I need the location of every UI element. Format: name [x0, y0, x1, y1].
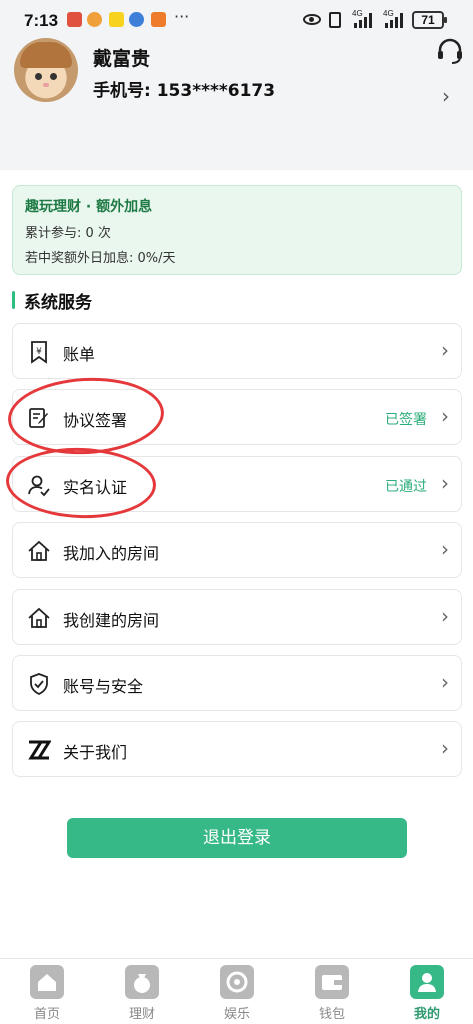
eye-icon — [303, 14, 321, 25]
menu-item-label: 账单 — [63, 345, 96, 364]
status-bar: 7:13 ··· 4G 4G 71 — [0, 0, 473, 40]
section-accent-bar — [12, 291, 15, 309]
money-bag-icon — [125, 965, 159, 999]
customer-service-icon[interactable] — [436, 38, 464, 64]
home-icon — [30, 965, 64, 999]
house-icon — [28, 540, 50, 561]
section-title: 系统服务 — [24, 293, 92, 313]
bill-icon: ¥ — [31, 341, 47, 364]
tab-home[interactable]: 首页 — [17, 965, 77, 1022]
user-verify-icon — [28, 475, 50, 497]
profile-chevron-icon[interactable]: › — [442, 84, 450, 108]
menu-item-label: 协议签署 — [63, 411, 128, 430]
promo-extra-rate: 若中奖额外日加息: 0%/天 — [25, 251, 176, 266]
profile-icon — [410, 965, 444, 999]
menu-item-real-name-verify[interactable]: 实名认证 已通过 › — [12, 456, 462, 512]
contract-sign-icon — [29, 408, 48, 428]
chevron-right-icon: › — [441, 404, 449, 428]
svg-text:¥: ¥ — [36, 347, 42, 357]
tab-entertainment[interactable]: 娱乐 — [207, 965, 267, 1022]
chevron-right-icon: › — [441, 670, 449, 694]
app-notification-icon — [109, 12, 124, 27]
tab-mine[interactable]: 我的 — [397, 965, 457, 1022]
menu-item-created-rooms[interactable]: 我创建的房间 › — [12, 589, 462, 645]
menu-item-label: 实名认证 — [63, 478, 128, 497]
vibrate-icon — [329, 12, 341, 28]
menu-item-joined-rooms[interactable]: 我加入的房间 › — [12, 522, 462, 578]
signal-icon — [354, 12, 372, 28]
tab-finance[interactable]: 理财 — [112, 965, 172, 1022]
promo-title: 趣玩理财 · 额外加息 — [25, 199, 153, 215]
more-notifications-icon: ··· — [174, 7, 190, 26]
logout-button[interactable]: 退出登录 — [67, 818, 407, 858]
promo-participations: 累计参与: 0 次 — [25, 226, 111, 241]
weibo-notification-icon — [87, 12, 102, 27]
signal-icon — [385, 12, 403, 28]
menu-item-account-security[interactable]: 账号与安全 › — [12, 655, 462, 711]
tab-label: 理财 — [128, 1007, 155, 1022]
app-notification-icon — [67, 12, 82, 27]
shield-check-icon — [30, 673, 48, 696]
tab-label: 娱乐 — [223, 1007, 250, 1022]
user-name: 戴富贵 — [93, 48, 151, 70]
bottom-tab-bar: 首页 理财 娱乐 钱包 我的 — [0, 958, 473, 1024]
menu-item-label: 我加入的房间 — [63, 544, 160, 563]
menu-item-label: 关于我们 — [63, 743, 128, 762]
tab-label: 我的 — [413, 1007, 440, 1022]
user-phone: 手机号: 153****6173 — [93, 81, 276, 101]
app-notification-icon — [129, 12, 144, 27]
wallet-icon — [315, 965, 349, 999]
menu-item-label: 我创建的房间 — [63, 611, 160, 630]
chevron-right-icon: › — [441, 604, 449, 628]
menu-item-contract-sign[interactable]: 协议签署 已签署 › — [12, 389, 462, 445]
chevron-right-icon: › — [441, 471, 449, 495]
menu-item-status: 已签署 — [385, 412, 427, 428]
avatar[interactable] — [14, 38, 78, 102]
battery-icon: 71 — [412, 11, 447, 29]
tab-label: 首页 — [33, 1007, 60, 1022]
game-icon — [220, 965, 254, 999]
menu-item-status: 已通过 — [385, 479, 427, 495]
menu-item-about-us[interactable]: 关于我们 › — [12, 721, 462, 777]
chevron-right-icon: › — [441, 736, 449, 760]
promo-card[interactable]: 趣玩理财 · 额外加息 累计参与: 0 次 若中奖额外日加息: 0%/天 — [12, 185, 462, 275]
house-icon — [28, 607, 50, 628]
app-notification-icon — [151, 12, 166, 27]
status-time: 7:13 — [24, 11, 59, 30]
logo-z-icon — [28, 740, 51, 760]
tab-label: 钱包 — [318, 1007, 345, 1022]
chevron-right-icon: › — [441, 338, 449, 362]
tab-wallet[interactable]: 钱包 — [302, 965, 362, 1022]
menu-item-bill[interactable]: ¥ 账单 › — [12, 323, 462, 379]
chevron-right-icon: › — [441, 537, 449, 561]
profile-header: 7:13 ··· 4G 4G 71 戴富贵 手机号: 153****6173 › — [0, 0, 473, 170]
menu-item-label: 账号与安全 — [63, 677, 144, 696]
